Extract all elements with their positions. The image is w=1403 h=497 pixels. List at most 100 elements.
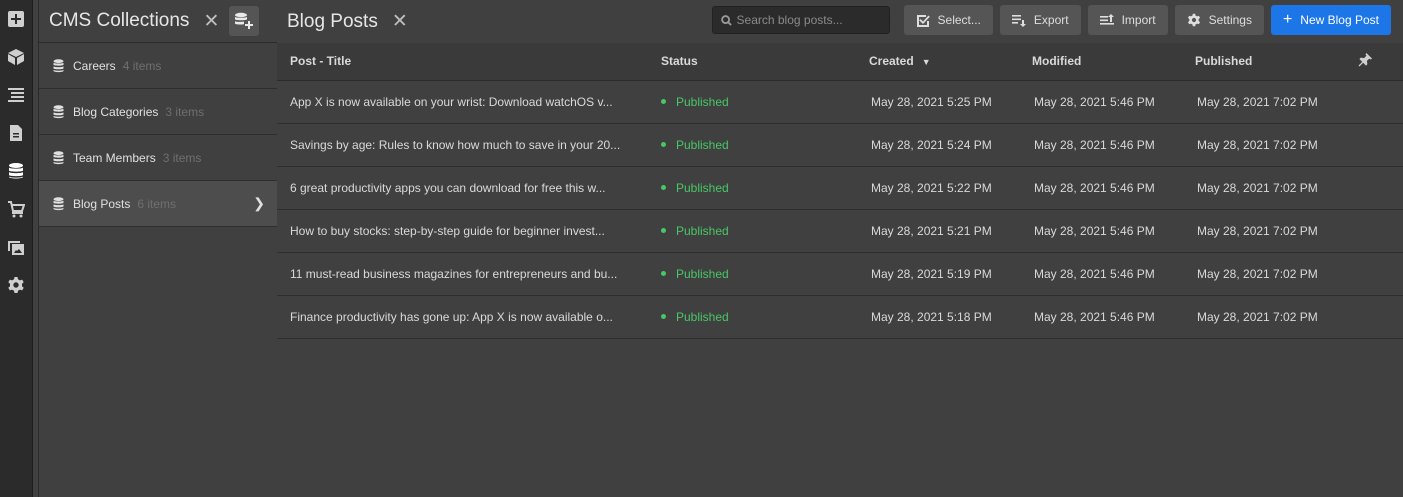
left-rail [0, 0, 33, 497]
main-panel: Blog Posts ✕ Select... Export Import [277, 0, 1403, 497]
export-button[interactable]: Export [999, 5, 1081, 35]
settings-button[interactable]: Settings [1174, 5, 1264, 35]
column-header-status[interactable]: Status [648, 43, 869, 81]
status-cell: Published [648, 295, 869, 339]
table-row[interactable]: How to buy stocks: step-by-step guide fo… [277, 209, 1403, 253]
cms-database-icon[interactable] [0, 152, 32, 190]
table-row[interactable]: 6 great productivity apps you can downlo… [277, 166, 1403, 210]
table-row[interactable]: Finance productivity has gone up: App X … [277, 295, 1403, 339]
collections-list: Careers 4 items Blog Categories 3 items … [39, 43, 277, 227]
close-collections-icon[interactable]: ✕ [203, 12, 219, 31]
plus-icon: + [1282, 11, 1293, 28]
modified-cell: May 28, 2021 5:46 PM [1032, 295, 1195, 339]
collection-item-blog-posts[interactable]: Blog Posts 6 items ❯ [39, 181, 277, 227]
search-icon [720, 14, 732, 26]
published-cell: May 28, 2021 7:02 PM [1195, 80, 1358, 124]
status-text: Published [676, 266, 729, 281]
status-text: Published [676, 137, 729, 152]
post-title-cell: How to buy stocks: step-by-step guide fo… [277, 209, 648, 253]
status-text: Published [676, 223, 729, 238]
column-published-label: Published [1195, 54, 1253, 69]
add-panel-icon[interactable] [0, 0, 32, 38]
collection-count: 4 items [122, 58, 162, 73]
new-blog-post-button[interactable]: + New Blog Post [1270, 5, 1391, 35]
column-header-created[interactable]: Created ▼ [869, 43, 1032, 81]
collection-name: Careers [73, 58, 116, 73]
close-collection-icon[interactable]: ✕ [392, 12, 408, 31]
created-cell: May 28, 2021 5:22 PM [869, 166, 1032, 210]
status-text: Published [676, 309, 729, 324]
settings-gear-icon[interactable] [0, 266, 32, 304]
empty-cell [1358, 209, 1403, 253]
cms-app: CMS Collections ✕ Careers 4 items Blog C… [0, 0, 1403, 497]
post-title-cell: Finance productivity has gone up: App X … [277, 295, 648, 339]
assets-icon[interactable] [0, 228, 32, 266]
table-header-row: Post - Title Status Created ▼ Modified Pu… [277, 43, 1403, 81]
published-cell: May 28, 2021 7:02 PM [1195, 123, 1358, 167]
column-title-label: Post - Title [290, 54, 352, 69]
collection-item-careers[interactable]: Careers 4 items [39, 43, 277, 89]
import-button-label: Import [1121, 13, 1156, 27]
pin-icon [1358, 53, 1373, 67]
collection-name: Team Members [73, 150, 156, 165]
database-plus-icon [235, 12, 254, 29]
modified-cell: May 28, 2021 5:46 PM [1032, 123, 1195, 167]
column-created-label: Created [869, 54, 914, 69]
pin-column-button[interactable] [1358, 43, 1403, 81]
column-header-published[interactable]: Published [1195, 43, 1358, 81]
export-icon [1011, 15, 1026, 27]
empty-cell [1358, 252, 1403, 296]
toolbar: Select... Export Import Settings + New B… [711, 5, 1391, 35]
items-table: Post - Title Status Created ▼ Modified Pu… [277, 43, 1403, 339]
modified-cell: May 28, 2021 5:46 PM [1032, 252, 1195, 296]
collection-item-team-members[interactable]: Team Members 3 items [39, 135, 277, 181]
modified-cell: May 28, 2021 5:46 PM [1032, 209, 1195, 253]
collections-panel: CMS Collections ✕ Careers 4 items Blog C… [38, 0, 278, 497]
modified-cell: May 28, 2021 5:46 PM [1032, 80, 1195, 124]
checkbox-icon [916, 15, 930, 27]
chevron-right-icon: ❯ [253, 195, 265, 211]
column-header-title[interactable]: Post - Title [277, 43, 648, 81]
database-icon [53, 58, 64, 72]
export-button-label: Export [1033, 13, 1069, 27]
add-collection-button[interactable] [229, 6, 260, 36]
status-cell: Published [648, 209, 869, 253]
select-button[interactable]: Select... [903, 5, 993, 35]
post-title-cell: 11 must-read business magazines for entr… [277, 252, 648, 296]
table-row[interactable]: 11 must-read business magazines for entr… [277, 252, 1403, 296]
status-cell: Published [648, 166, 869, 210]
empty-cell [1358, 295, 1403, 339]
box-icon[interactable] [0, 38, 32, 76]
collection-item-blog-categories[interactable]: Blog Categories 3 items [39, 89, 277, 135]
published-cell: May 28, 2021 7:02 PM [1195, 209, 1358, 253]
import-button[interactable]: Import [1087, 5, 1168, 35]
status-cell: Published [648, 252, 869, 296]
collection-count: 3 items [165, 104, 205, 119]
collection-name: Blog Categories [73, 104, 159, 119]
status-dot-icon [661, 227, 666, 233]
column-header-modified[interactable]: Modified [1032, 43, 1195, 81]
ecommerce-cart-icon[interactable] [0, 190, 32, 228]
post-title-cell: App X is now available on your wrist: Do… [277, 80, 648, 124]
status-dot-icon [661, 184, 666, 190]
search-input[interactable] [736, 13, 877, 27]
table-row[interactable]: App X is now available on your wrist: Do… [277, 80, 1403, 124]
table-row[interactable]: Savings by age: Rules to know how much t… [277, 123, 1403, 167]
created-cell: May 28, 2021 5:19 PM [869, 252, 1032, 296]
status-text: Published [676, 180, 729, 195]
main-header: Blog Posts ✕ Select... Export Import [277, 0, 1403, 43]
collections-title: CMS Collections [49, 10, 190, 31]
collection-count: 6 items [137, 196, 177, 211]
database-icon [53, 150, 64, 164]
created-cell: May 28, 2021 5:25 PM [869, 80, 1032, 124]
column-status-label: Status [661, 54, 698, 69]
created-cell: May 28, 2021 5:18 PM [869, 295, 1032, 339]
collection-name: Blog Posts [73, 196, 131, 211]
pages-icon[interactable] [0, 114, 32, 152]
published-cell: May 28, 2021 7:02 PM [1195, 295, 1358, 339]
collection-count: 3 items [162, 150, 202, 165]
page-title: Blog Posts [287, 10, 378, 32]
navigator-icon[interactable] [0, 76, 32, 114]
import-icon [1099, 14, 1114, 25]
status-dot-icon [661, 141, 666, 147]
